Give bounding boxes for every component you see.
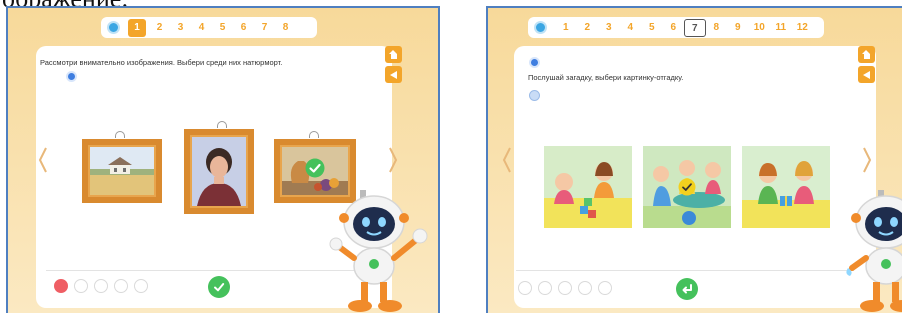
page-7[interactable]: 7 xyxy=(254,19,275,37)
picture-children-blocks[interactable] xyxy=(544,146,632,228)
play-audio-icon[interactable] xyxy=(529,57,540,68)
home-button[interactable] xyxy=(858,46,875,63)
progress-dot xyxy=(518,281,532,295)
next-chevron-icon[interactable] xyxy=(388,146,398,174)
list-icon[interactable] xyxy=(529,90,540,101)
task-instruction: Рассмотри внимательно изображения. Выбер… xyxy=(40,58,283,67)
page-7[interactable]: 7 xyxy=(684,18,706,37)
back-button[interactable] xyxy=(385,66,402,83)
progress-dot xyxy=(94,279,108,293)
robot-mascot xyxy=(329,190,428,312)
portrait-image xyxy=(192,137,246,206)
back-arrow-icon xyxy=(390,70,397,79)
selected-check-icon xyxy=(678,178,696,196)
page-6[interactable]: 6 xyxy=(663,19,685,37)
next-chevron-icon[interactable] xyxy=(862,146,872,174)
robot-mascot xyxy=(846,190,902,312)
page-1[interactable]: 1 xyxy=(555,19,577,37)
picture-children-gift[interactable] xyxy=(742,146,830,228)
play-audio-icon[interactable] xyxy=(66,71,77,82)
selected-check-icon xyxy=(305,158,325,178)
progress-dot xyxy=(598,281,612,295)
prev-chevron-icon[interactable] xyxy=(38,146,48,174)
pagination-bar: 1 2 3 4 5 6 7 8 9 10 11 12 xyxy=(528,17,824,38)
page-5[interactable]: 5 xyxy=(641,19,663,37)
page-3[interactable]: 3 xyxy=(170,19,191,37)
progress-dot xyxy=(114,279,128,293)
frame-hook xyxy=(217,121,227,128)
check-answer-button[interactable] xyxy=(208,276,230,298)
enter-arrow-icon xyxy=(682,284,692,294)
page-9[interactable]: 9 xyxy=(727,19,749,37)
check-icon xyxy=(214,283,225,292)
picture-landscape[interactable] xyxy=(82,139,162,203)
page-4[interactable]: 4 xyxy=(191,19,212,37)
lesson-screen-1: 1 2 3 4 5 6 7 8 Рассмотри внимательно из… xyxy=(6,6,440,313)
task-instruction: Послушай загадку, выбери картинку-отгадк… xyxy=(528,73,684,82)
frame-hook xyxy=(309,131,319,138)
progress-dot xyxy=(134,279,148,293)
page-8[interactable]: 8 xyxy=(706,19,728,37)
page-5[interactable]: 5 xyxy=(212,19,233,37)
back-arrow-icon xyxy=(863,70,870,79)
page-4[interactable]: 4 xyxy=(620,19,642,37)
children-gift-image xyxy=(742,146,830,228)
page-2[interactable]: 2 xyxy=(577,19,599,37)
play-icon[interactable] xyxy=(534,21,547,34)
page-2[interactable]: 2 xyxy=(149,19,170,37)
back-button[interactable] xyxy=(858,66,875,83)
frame-hook xyxy=(115,131,125,138)
page-1[interactable]: 1 xyxy=(128,18,146,37)
page-10[interactable]: 10 xyxy=(749,19,771,37)
home-button[interactable] xyxy=(385,46,402,63)
pagination-bar: 1 2 3 4 5 6 7 8 xyxy=(101,17,317,38)
landscape-image xyxy=(90,147,154,195)
progress-dot-done xyxy=(54,279,68,293)
children-blocks-image xyxy=(544,146,632,228)
prev-chevron-icon[interactable] xyxy=(502,146,512,174)
progress-dot xyxy=(74,279,88,293)
page-11[interactable]: 11 xyxy=(770,19,792,37)
page-3[interactable]: 3 xyxy=(598,19,620,37)
play-icon[interactable] xyxy=(107,21,120,34)
lesson-screen-2: 1 2 3 4 5 6 7 8 9 10 11 12 Послушай зага… xyxy=(486,6,902,313)
divider xyxy=(516,270,854,271)
page-6[interactable]: 6 xyxy=(233,19,254,37)
picture-portrait[interactable] xyxy=(184,129,254,214)
progress-dot xyxy=(558,281,572,295)
progress-dot xyxy=(538,281,552,295)
page-12[interactable]: 12 xyxy=(792,19,814,37)
progress-dot xyxy=(578,281,592,295)
home-icon xyxy=(862,50,871,59)
page-8[interactable]: 8 xyxy=(275,19,296,37)
enter-button[interactable] xyxy=(676,278,698,300)
home-icon xyxy=(389,50,398,59)
